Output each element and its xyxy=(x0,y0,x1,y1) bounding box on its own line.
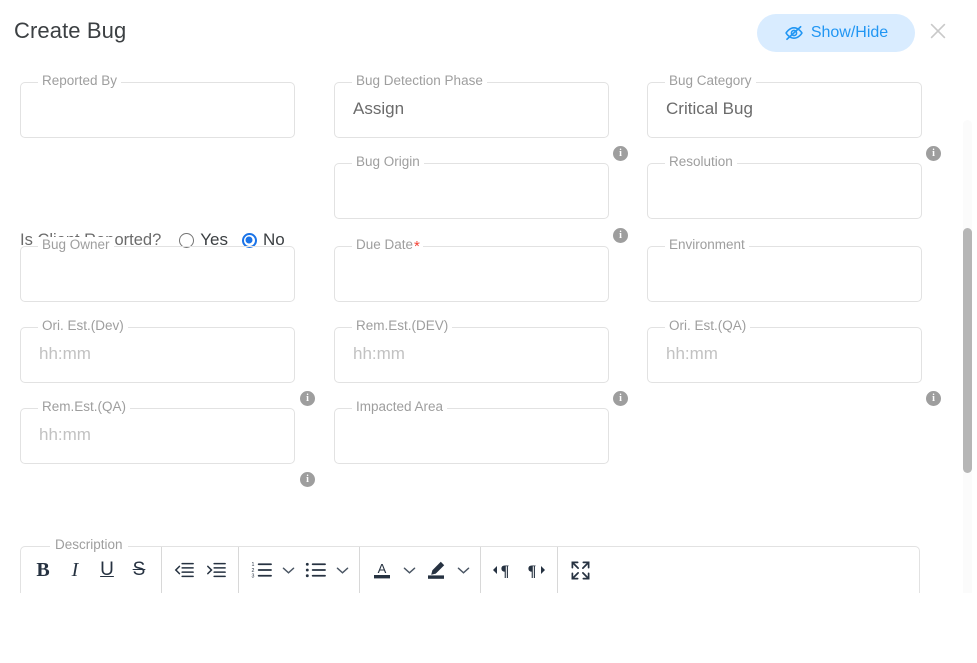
field-border xyxy=(20,246,295,302)
dialog-body: Reported By Bug Detection Phase Assign i… xyxy=(0,58,977,593)
field-placeholder: hh:mm xyxy=(666,344,718,364)
toolbar-group-text-style: B I U S xyxy=(21,547,162,594)
highlight-color-icon[interactable] xyxy=(420,553,452,587)
description-editor: Description B I U S xyxy=(20,546,920,593)
eye-slash-icon xyxy=(784,23,804,43)
toolbar-group-colors: A xyxy=(360,547,481,594)
underline-icon[interactable]: U xyxy=(91,553,123,587)
field-impacted-area[interactable]: Impacted Area xyxy=(334,408,609,464)
field-value: Critical Bug xyxy=(666,99,753,119)
info-icon-rem-est-dev[interactable]: i xyxy=(613,391,628,406)
field-label: Due Date* xyxy=(352,237,423,253)
strikethrough-icon[interactable]: S xyxy=(123,553,155,587)
required-asterisk: * xyxy=(414,238,420,255)
toolbar-group-direction: ¶ ¶ xyxy=(481,547,558,594)
svg-text:3: 3 xyxy=(251,574,254,579)
field-ori-est-dev[interactable]: Ori. Est.(Dev) hh:mm xyxy=(20,327,295,383)
numbered-list-icon[interactable]: 1 2 3 xyxy=(245,553,277,587)
info-icon-bug-origin[interactable]: i xyxy=(613,228,628,243)
field-ori-est-qa[interactable]: Ori. Est.(QA) hh:mm xyxy=(647,327,922,383)
field-label: Reported By xyxy=(38,73,121,89)
field-border xyxy=(647,163,922,219)
fullscreen-icon[interactable] xyxy=(564,553,596,587)
field-label: Bug Origin xyxy=(352,154,424,170)
toolbar-group-view xyxy=(558,547,602,594)
chevron-down-icon-bullet-list[interactable] xyxy=(331,553,353,587)
info-icon-bug-detection-phase[interactable]: i xyxy=(613,146,628,161)
field-label: Impacted Area xyxy=(352,399,447,415)
field-label: Rem.Est.(QA) xyxy=(38,399,130,415)
field-resolution[interactable]: Resolution xyxy=(647,163,922,219)
text-color-icon[interactable]: A xyxy=(366,553,398,587)
field-bug-detection-phase[interactable]: Bug Detection Phase Assign xyxy=(334,82,609,138)
field-border xyxy=(20,82,295,138)
chevron-down-icon-text-color[interactable] xyxy=(398,553,420,587)
chevron-down-icon-numbered-list[interactable] xyxy=(277,553,299,587)
field-label: Environment xyxy=(665,237,749,253)
svg-text:A: A xyxy=(378,561,387,576)
editor-toolbar: B I U S xyxy=(21,547,919,593)
dialog-footer: Create another Cancel Save xyxy=(0,593,977,663)
field-border xyxy=(647,246,922,302)
page-title: Create Bug xyxy=(14,18,126,44)
field-environment[interactable]: Environment xyxy=(647,246,922,302)
field-label: Bug Category xyxy=(665,73,756,89)
info-icon-ori-est-dev[interactable]: i xyxy=(300,391,315,406)
info-icon-ori-est-qa[interactable]: i xyxy=(926,391,941,406)
close-icon[interactable] xyxy=(924,17,952,45)
field-value: Assign xyxy=(353,99,404,119)
field-bug-owner[interactable]: Bug Owner xyxy=(20,246,295,302)
field-due-date[interactable]: Due Date* xyxy=(334,246,609,302)
field-label: Ori. Est.(QA) xyxy=(665,318,750,334)
field-border xyxy=(334,408,609,464)
field-rem-est-dev[interactable]: Rem.Est.(DEV) hh:mm xyxy=(334,327,609,383)
field-label: Bug Owner xyxy=(38,237,114,253)
outdent-icon[interactable] xyxy=(168,553,200,587)
scrollbar-thumb[interactable] xyxy=(963,228,972,473)
field-label: Resolution xyxy=(665,154,737,170)
field-label-text: Due Date xyxy=(356,237,413,252)
field-bug-category[interactable]: Bug Category Critical Bug xyxy=(647,82,922,138)
svg-text:¶: ¶ xyxy=(528,563,537,580)
field-label: Bug Detection Phase xyxy=(352,73,487,89)
field-border xyxy=(334,246,609,302)
indent-icon[interactable] xyxy=(200,553,232,587)
bullet-list-icon[interactable] xyxy=(299,553,331,587)
toolbar-group-indent xyxy=(162,547,239,594)
toolbar-group-lists: 1 2 3 xyxy=(239,547,360,594)
show-hide-button[interactable]: Show/Hide xyxy=(757,14,915,52)
show-hide-label: Show/Hide xyxy=(811,24,888,42)
field-label: Ori. Est.(Dev) xyxy=(38,318,128,334)
info-icon-rem-est-qa[interactable]: i xyxy=(300,472,315,487)
chevron-down-icon-highlight-color[interactable] xyxy=(452,553,474,587)
field-reported-by[interactable]: Reported By xyxy=(20,82,295,138)
field-placeholder: hh:mm xyxy=(353,344,405,364)
field-label: Rem.Est.(DEV) xyxy=(352,318,452,334)
italic-icon[interactable]: I xyxy=(59,553,91,587)
field-placeholder: hh:mm xyxy=(39,425,91,445)
field-bug-origin[interactable]: Bug Origin xyxy=(334,163,609,219)
create-bug-dialog: Create Bug Show/Hide Reported By xyxy=(0,0,977,663)
field-border xyxy=(334,163,609,219)
info-icon-bug-category[interactable]: i xyxy=(926,146,941,161)
rtl-paragraph-icon[interactable]: ¶ xyxy=(519,553,551,587)
svg-text:¶: ¶ xyxy=(501,563,510,580)
field-placeholder: hh:mm xyxy=(39,344,91,364)
field-rem-est-qa[interactable]: Rem.Est.(QA) hh:mm xyxy=(20,408,295,464)
bold-icon[interactable]: B xyxy=(27,553,59,587)
ltr-paragraph-icon[interactable]: ¶ xyxy=(487,553,519,587)
dialog-header: Create Bug Show/Hide xyxy=(0,0,977,58)
